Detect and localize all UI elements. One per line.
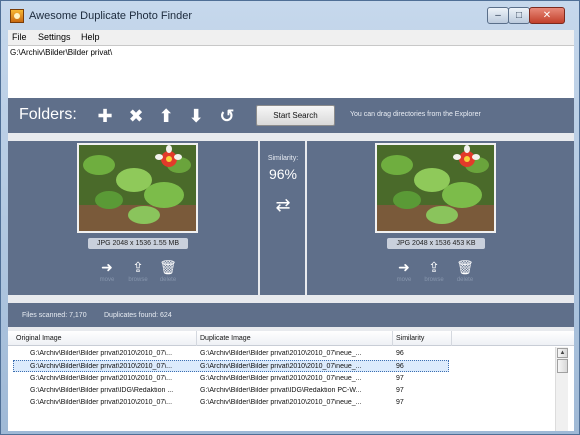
- original-path-cell: G:\Archiv\Bilder\Bilder privat\2010\2010…: [30, 399, 173, 406]
- column-divider[interactable]: [451, 331, 452, 346]
- duplicates-found-count: Duplicates found: 624: [104, 312, 172, 319]
- move-right-arrow-icon[interactable]: ➜: [97, 259, 117, 275]
- comparison-panel: JPG 2048 x 1536 1.55 MB ➜ ⇪ 🗑 move brows…: [8, 141, 574, 295]
- similarity-cell: 97: [396, 387, 404, 394]
- move-label: move: [396, 277, 412, 283]
- divider: [8, 133, 574, 141]
- original-path-cell: G:\Archiv\Bilder\Bilder privat\2010\2010…: [30, 350, 173, 357]
- column-header-duplicate[interactable]: Duplicate Image: [200, 335, 251, 342]
- start-search-button[interactable]: Start Search: [256, 105, 335, 126]
- duplicate-path-cell: G:\Archiv\Bilder\Bilder privat\2010\2010…: [200, 363, 362, 370]
- folders-toolbar: Folders: ✚ ✖ ⬆ ⬇ ↺ Start Search You can …: [8, 98, 574, 133]
- original-path-cell: G:\Archiv\Bilder\Bilder privat\2010\2010…: [30, 363, 173, 370]
- duplicate-image-info: JPG 2048 x 1536 453 KB: [387, 238, 485, 249]
- folder-entry[interactable]: G:\Archiv\Bilder\Bilder privat\: [10, 48, 112, 57]
- delete-label: delete: [159, 277, 177, 283]
- duplicate-path-cell: G:\Archiv\Bilder\Bilder privat\IDG\Redak…: [200, 387, 362, 394]
- similarity-cell: 96: [396, 363, 404, 370]
- move-down-arrow-icon[interactable]: ⬇: [186, 106, 206, 126]
- maximize-button[interactable]: □: [508, 7, 530, 24]
- column-divider[interactable]: [196, 331, 197, 346]
- scan-status-bar: Files scanned: 7,170 Duplicates found: 6…: [8, 303, 574, 327]
- table-row[interactable]: G:\Archiv\Bilder\Bilder privat\IDG\Redak…: [8, 385, 554, 397]
- similarity-cell: 97: [396, 399, 404, 406]
- similarity-label: Similarity:: [267, 155, 299, 162]
- delete-trash-icon[interactable]: 🗑: [158, 259, 178, 275]
- move-right-arrow-icon[interactable]: ➜: [394, 259, 414, 275]
- similarity-cell: 97: [396, 375, 404, 382]
- divider: [8, 295, 574, 303]
- duplicate-path-cell: G:\Archiv\Bilder\Bilder privat\2010\2010…: [200, 399, 362, 406]
- original-image-pane: JPG 2048 x 1536 1.55 MB ➜ ⇪ 🗑 move brows…: [8, 141, 260, 295]
- menu-settings[interactable]: Settings: [38, 32, 71, 42]
- browse-label: browse: [128, 277, 148, 283]
- duplicate-photo-thumbnail[interactable]: [375, 143, 496, 233]
- browse-folder-icon[interactable]: ⇪: [128, 259, 148, 275]
- similarity-cell: 96: [396, 350, 404, 357]
- original-image-info: JPG 2048 x 1536 1.55 MB: [88, 238, 188, 249]
- original-path-cell: G:\Archiv\Bilder\Bilder privat\IDG\Redak…: [30, 387, 174, 394]
- move-up-arrow-icon[interactable]: ⬆: [156, 106, 176, 126]
- remove-folder-x-icon[interactable]: ✖: [126, 106, 146, 126]
- swap-arrows-icon[interactable]: ⇄: [273, 195, 293, 215]
- browse-label: browse: [424, 277, 444, 283]
- title-bar[interactable]: Awesome Duplicate Photo Finder – □ ✕: [1, 1, 579, 31]
- minimize-button[interactable]: –: [487, 7, 509, 24]
- move-label: move: [99, 277, 115, 283]
- vertical-scrollbar[interactable]: ▲: [555, 347, 568, 431]
- browse-folder-icon[interactable]: ⇪: [424, 259, 444, 275]
- original-photo-thumbnail[interactable]: [77, 143, 198, 233]
- menu-file[interactable]: File: [12, 32, 27, 42]
- menu-help[interactable]: Help: [81, 32, 100, 42]
- scrollbar-thumb[interactable]: [557, 359, 568, 373]
- original-path-cell: G:\Archiv\Bilder\Bilder privat\2010\2010…: [30, 375, 173, 382]
- duplicate-image-pane: JPG 2048 x 1536 453 KB ➜ ⇪ 🗑 move browse…: [305, 141, 574, 295]
- folder-list[interactable]: G:\Archiv\Bilder\Bilder privat\: [8, 45, 574, 98]
- app-logo-icon: [10, 9, 24, 23]
- delete-trash-icon[interactable]: 🗑: [455, 259, 475, 275]
- table-row[interactable]: G:\Archiv\Bilder\Bilder privat\2010\2010…: [8, 397, 554, 409]
- duplicate-path-cell: G:\Archiv\Bilder\Bilder privat\2010\2010…: [200, 350, 362, 357]
- delete-label: delete: [456, 277, 474, 283]
- window-title: Awesome Duplicate Photo Finder: [29, 10, 193, 22]
- app-window: Awesome Duplicate Photo Finder – □ ✕ Fil…: [0, 0, 580, 435]
- similarity-value: 96%: [268, 166, 298, 182]
- client-area: File Settings Help G:\Archiv\Bilder\Bild…: [8, 30, 574, 431]
- add-folder-plus-icon[interactable]: ✚: [95, 106, 115, 126]
- folders-label: Folders:: [19, 106, 77, 123]
- table-row-selected[interactable]: G:\Archiv\Bilder\Bilder privat\2010\2010…: [13, 360, 449, 372]
- files-scanned-count: Files scanned: 7,170: [22, 312, 87, 319]
- table-header: Original Image Duplicate Image Similarit…: [8, 331, 574, 346]
- menu-bar: File Settings Help: [8, 30, 574, 45]
- results-table: Original Image Duplicate Image Similarit…: [8, 331, 574, 431]
- table-row[interactable]: G:\Archiv\Bilder\Bilder privat\2010\2010…: [8, 373, 554, 385]
- column-divider[interactable]: [392, 331, 393, 346]
- scroll-up-arrow-icon[interactable]: ▲: [557, 348, 568, 358]
- column-header-original[interactable]: Original Image: [16, 335, 62, 342]
- duplicate-path-cell: G:\Archiv\Bilder\Bilder privat\2010\2010…: [200, 375, 362, 382]
- reset-refresh-icon[interactable]: ↺: [217, 106, 237, 126]
- close-button[interactable]: ✕: [529, 7, 565, 24]
- table-row[interactable]: G:\Archiv\Bilder\Bilder privat\2010\2010…: [8, 348, 554, 360]
- column-header-similarity[interactable]: Similarity: [396, 335, 424, 342]
- similarity-pane: Similarity: 96% ⇄: [262, 141, 304, 295]
- drag-hint-text: You can drag directories from the Explor…: [350, 111, 481, 118]
